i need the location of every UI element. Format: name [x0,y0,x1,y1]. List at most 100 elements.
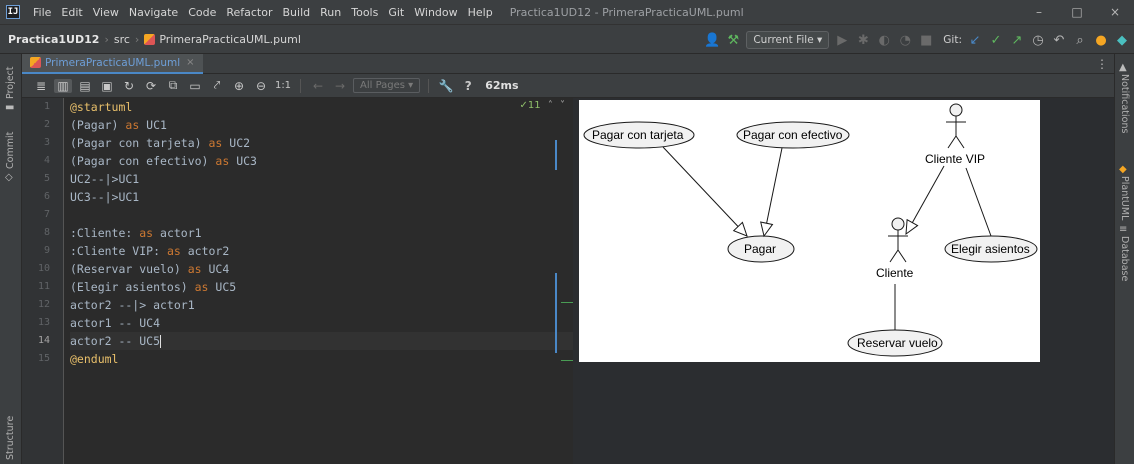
save-icon[interactable]: ▭ [186,79,204,93]
menu-bar: IJ File Edit View Navigate Code Refactor… [0,0,1134,24]
notifications-tool-button[interactable]: Notifications [1119,74,1130,133]
label-cliente: Cliente [876,266,914,280]
breadcrumb-separator-icon: › [104,32,109,46]
menu-file[interactable]: File [28,6,56,19]
settings-plugin-icon[interactable]: ◆ [1114,33,1130,48]
notifications-icon[interactable]: ▲ [1119,62,1127,73]
code-token: (Pagar con tarjeta) as UC2 [70,136,251,150]
build-hammer-icon[interactable]: ⚒ [725,33,741,48]
menu-edit[interactable]: Edit [56,6,87,19]
updates-icon[interactable]: ● [1093,33,1109,48]
breadcrumb-file[interactable]: PrimeraPracticaUML.puml [159,33,301,46]
stop-icon[interactable]: ■ [918,33,934,48]
rollback-icon[interactable]: ↶ [1051,33,1067,48]
code-line-6[interactable]: UC3--|>UC1 [70,188,573,206]
menu-tools[interactable]: Tools [346,6,383,19]
plantuml-toolbar: ≣ ▥ ▤ ▣ ↻ ⟳ ⧉ ▭ ⤤ ⊕ ⊖ 1:1 ← → All Pages … [22,74,1114,98]
code-line-15[interactable]: @enduml [70,350,573,368]
maximize-icon[interactable]: □ [1058,0,1096,24]
project-tool-button[interactable]: Project [5,66,16,99]
code-line-5[interactable]: UC2--|>UC1 [70,170,573,188]
line-number: 13 [37,317,50,328]
menu-build[interactable]: Build [278,6,316,19]
menu-run[interactable]: Run [315,6,346,19]
menu-refactor[interactable]: Refactor [221,6,277,19]
navbar-actions: 👤 ⚒ Current File ▾ ▶ ✱ ◐ ◔ ■ Git: ↙ ✓ ↗ … [704,25,1134,55]
code-line-13[interactable]: actor1 -- UC4 [70,314,573,332]
previous-page-icon[interactable]: ← [309,79,327,93]
more-options-icon[interactable]: ⋮ [1096,57,1108,71]
next-highlight-icon[interactable]: ˅ [560,100,565,111]
pages-dropdown[interactable]: All Pages ▾ [353,78,421,93]
minimize-icon[interactable]: – [1020,0,1058,24]
database-icon[interactable]: ≡ [1119,224,1127,235]
line-number: 5 [43,173,50,184]
history-icon[interactable]: ◷ [1030,33,1046,48]
close-tab-icon[interactable]: × [186,57,194,68]
commit-icon[interactable]: ◇ [5,172,13,183]
zoom-in-icon[interactable]: ⊕ [230,79,248,93]
open-external-icon[interactable]: ⤤ [208,78,226,93]
actual-size-button[interactable]: 1:1 [274,80,292,91]
close-window-icon[interactable]: × [1096,0,1134,24]
commit-tool-button[interactable]: Commit [5,132,16,169]
refresh-icon[interactable]: ↻ [120,79,138,93]
inspection-widget[interactable]: ✓11 ˄ ˅ [520,100,565,111]
folder-icon[interactable]: ▬ [5,102,14,113]
preview-only-icon[interactable]: ▤ [76,79,94,93]
code-line-11[interactable]: (Elegir asientos) as UC5 [70,278,573,296]
code-line-2[interactable]: (Pagar) as UC1 [70,116,573,134]
git-push-icon[interactable]: ↗ [1009,33,1025,48]
breadcrumb-project[interactable]: Practica1UD12 [8,33,99,46]
code-editor[interactable]: 1 2 3 4 5 6 7 8 9 10 11 12 13 14 15 @startuml (Pagar) … [22,98,573,464]
search-icon[interactable]: ⌕ [1072,33,1088,48]
git-commit-icon[interactable]: ✓ [988,33,1004,48]
plantuml-file-icon [144,33,156,45]
editor-and-preview-icon[interactable]: ▥ [54,78,72,93]
uml-diagram[interactable]: Pagar con tarjeta Pagar con efectivo Pag… [579,100,1040,362]
menu-view[interactable]: View [88,6,124,19]
right-tool-window-strip: ▲ Notifications ◆ PlantUML ≡ Database [1114,54,1134,464]
code-line-3[interactable]: (Pagar con tarjeta) as UC2 [70,134,573,152]
editor-only-icon[interactable]: ≣ [32,79,50,93]
code-token: UC3--|>UC1 [70,190,140,204]
settings-wrench-icon[interactable]: 🔧 [437,79,455,93]
copy-icon[interactable]: ⧉ [164,78,182,93]
plantuml-icon[interactable]: ◆ [1119,164,1127,175]
code-line-1[interactable]: @startuml [70,98,573,116]
menu-navigate[interactable]: Navigate [124,6,183,19]
previous-highlight-icon[interactable]: ˄ [548,100,553,111]
sync-icon[interactable]: ⟳ [142,79,160,93]
breadcrumb-src[interactable]: src [114,33,130,46]
menu-code[interactable]: Code [183,6,221,19]
menu-git[interactable]: Git [383,6,409,19]
code-line-4[interactable]: (Pagar con efectivo) as UC3 [70,152,573,170]
code-line-12[interactable]: actor2 --|> actor1 [70,296,573,314]
tab-primerapracticauml[interactable]: PrimeraPracticaUML.puml × [22,53,203,74]
debug-icon[interactable]: ✱ [855,33,871,48]
image-preview-icon[interactable]: ▣ [98,79,116,93]
plantuml-tool-button[interactable]: PlantUML [1119,176,1130,220]
run-configuration-dropdown[interactable]: Current File ▾ [746,31,830,49]
git-update-icon[interactable]: ↙ [967,33,983,48]
menu-help[interactable]: Help [463,6,498,19]
code-line-10[interactable]: (Reservar vuelo) as UC4 [70,260,573,278]
breadcrumb-separator-icon: › [134,32,140,46]
help-button[interactable]: ? [459,79,477,93]
structure-tool-button[interactable]: Structure [5,416,16,460]
next-page-icon[interactable]: → [331,79,349,93]
code-line-8[interactable]: :Cliente: as actor1 [70,224,573,242]
menu-window[interactable]: Window [409,6,462,19]
plantuml-preview-panel: Pagar con tarjeta Pagar con efectivo Pag… [573,98,1114,464]
code-token: @startuml [70,100,133,114]
profile-icon[interactable]: ◔ [897,33,913,48]
user-dropdown-icon[interactable]: 👤 [704,33,720,48]
coverage-icon[interactable]: ◐ [876,33,892,48]
code-line-14[interactable]: actor2 -- UC5 [70,332,573,350]
database-tool-button[interactable]: Database [1119,236,1130,281]
zoom-out-icon[interactable]: ⊖ [252,79,270,93]
intellij-logo-icon[interactable]: IJ [6,5,20,19]
code-line-9[interactable]: :Cliente VIP: as actor2 [70,242,573,260]
code-line-7[interactable] [70,206,573,224]
run-icon[interactable]: ▶ [834,33,850,48]
